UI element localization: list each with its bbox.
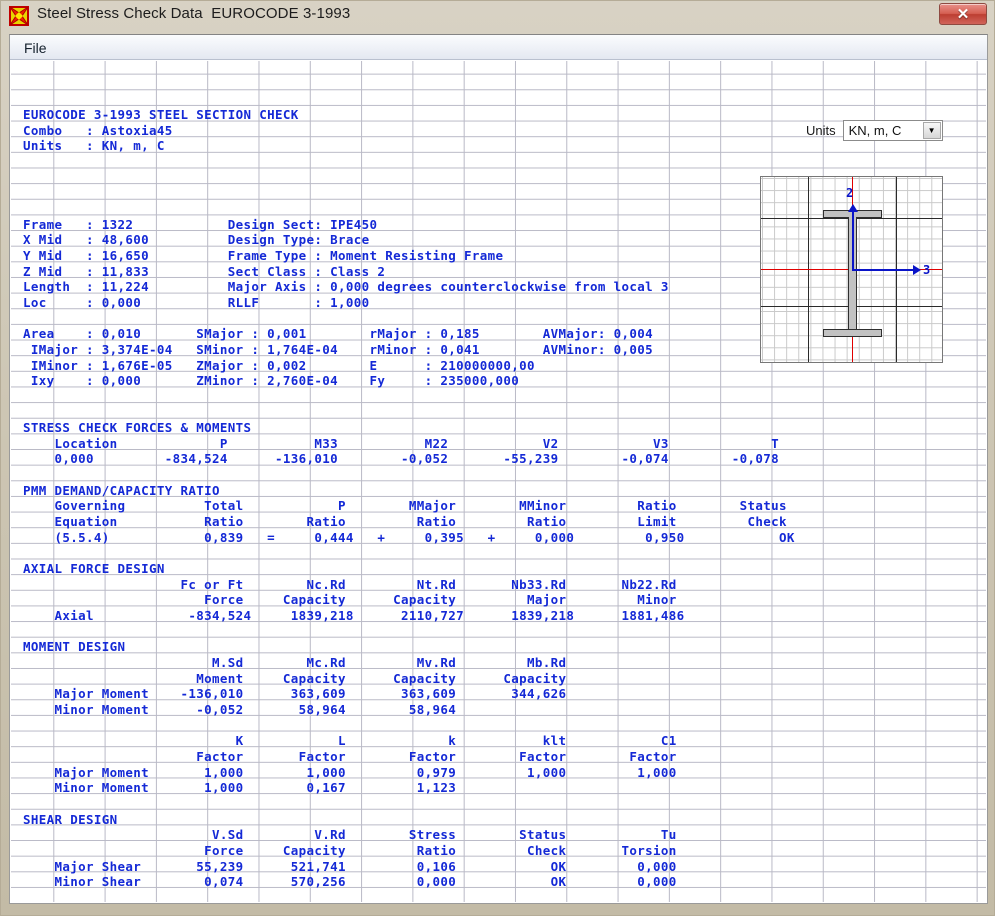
application-window: Steel Stress Check Data EUROCODE 3-1993 …	[0, 0, 995, 916]
local-axis-2-label: 2	[846, 186, 854, 200]
units-label: Units	[806, 123, 836, 138]
local-axis-2-line	[852, 207, 854, 270]
close-button[interactable]: ✕	[939, 3, 987, 25]
csi-star-icon	[8, 6, 30, 26]
report-sheet: Units KN, m, C ▼ 2 3 EUROCODE 3-1993 STE…	[11, 61, 986, 902]
close-icon: ✕	[956, 6, 970, 23]
chevron-down-icon[interactable]: ▼	[922, 122, 941, 139]
title-bar: Steel Stress Check Data EUROCODE 3-1993 …	[1, 1, 994, 31]
i-beam-bottom-flange	[823, 329, 882, 337]
local-axis-3-label: 3	[923, 263, 931, 277]
report-body-text: EUROCODE 3-1993 STEEL SECTION CHECK Comb…	[23, 107, 795, 890]
client-area: File Units KN, m, C ▼ 2 3 EUROCODE 3-199…	[9, 34, 988, 904]
window-title: Steel Stress Check Data EUROCODE 3-1993	[37, 5, 351, 22]
menu-bar: File	[10, 35, 987, 60]
section-diagram: 2 3	[760, 176, 943, 363]
local-axis-3-arrow-icon	[913, 265, 921, 275]
units-control: Units KN, m, C ▼	[806, 120, 943, 141]
local-axis-3-line	[852, 269, 915, 271]
local-axis-2-arrow-icon	[848, 204, 858, 212]
units-dropdown-value: KN, m, C	[848, 123, 902, 138]
units-dropdown[interactable]: KN, m, C ▼	[842, 120, 943, 141]
menu-item-file[interactable]: File	[20, 38, 55, 59]
